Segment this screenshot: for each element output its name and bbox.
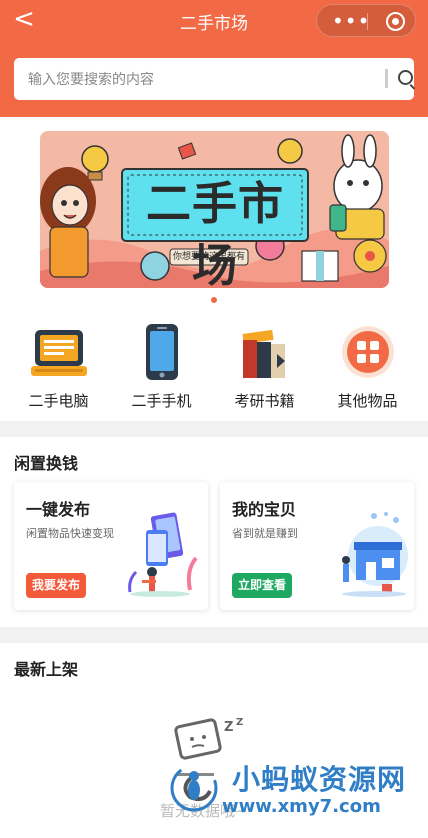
watermark-url: www.xmy7.com	[222, 796, 381, 817]
shop-illustration	[342, 512, 408, 597]
carousel-indicator	[211, 297, 217, 303]
card-title: 我的宝贝	[232, 500, 297, 519]
header: < 二手市场 ••• 输入您要搜索的内容	[0, 0, 428, 117]
banner-title: 二手市场	[145, 177, 284, 288]
watermark-name: 小蚂蚁资源网	[232, 763, 407, 796]
view-button[interactable]: 立即查看	[232, 573, 293, 598]
category-books[interactable]: 考研书籍	[211, 322, 318, 412]
category-label: 考研书籍	[234, 392, 295, 410]
publish-illustration	[128, 512, 198, 597]
close-mini-program-icon[interactable]	[386, 12, 405, 31]
section-title: 最新上架	[14, 660, 79, 679]
watermark: 小蚂蚁资源网 www.xmy7.com	[160, 758, 428, 830]
more-button[interactable]: •••	[332, 11, 370, 31]
publish-card[interactable]: 一键发布 闲置物品快速变现 我要发布	[14, 482, 208, 610]
banner[interactable]: 二手市场 你想要的这里都有	[40, 131, 389, 288]
card-title: 一键发布	[26, 500, 91, 519]
svg-text:Z: Z	[236, 717, 243, 728]
card-subtitle: 省到就是赚到	[232, 527, 298, 540]
search-icon[interactable]	[398, 70, 413, 85]
books-icon	[242, 329, 285, 378]
capsule-divider	[367, 13, 368, 30]
phone-icon	[146, 324, 178, 380]
search-divider	[385, 69, 388, 88]
category-computer[interactable]: 二手电脑	[5, 322, 112, 412]
category-label: 二手电脑	[28, 392, 89, 410]
svg-text:Z: Z	[224, 720, 233, 735]
card-subtitle: 闲置物品快速变现	[26, 527, 114, 540]
search-box[interactable]: 输入您要搜索的内容	[14, 58, 414, 100]
computer-icon	[31, 330, 87, 376]
category-other[interactable]: 其他物品	[314, 322, 421, 412]
category-label: 其他物品	[337, 392, 398, 410]
publish-button[interactable]: 我要发布	[26, 573, 87, 598]
my-items-card[interactable]: 我的宝贝 省到就是赚到 立即查看	[220, 482, 414, 610]
category-label: 二手手机	[131, 392, 192, 410]
banner-tagline: 你想要的这里都有	[172, 252, 245, 262]
section-title: 闲置换钱	[14, 454, 79, 473]
search-input[interactable]: 输入您要搜索的内容	[28, 69, 154, 89]
category-phone[interactable]: 二手手机	[108, 322, 215, 412]
mini-program-capsule: •••	[316, 4, 416, 37]
ant-logo-icon	[170, 764, 218, 812]
grid-icon	[342, 326, 394, 378]
nav-bar: < 二手市场 •••	[0, 0, 428, 42]
